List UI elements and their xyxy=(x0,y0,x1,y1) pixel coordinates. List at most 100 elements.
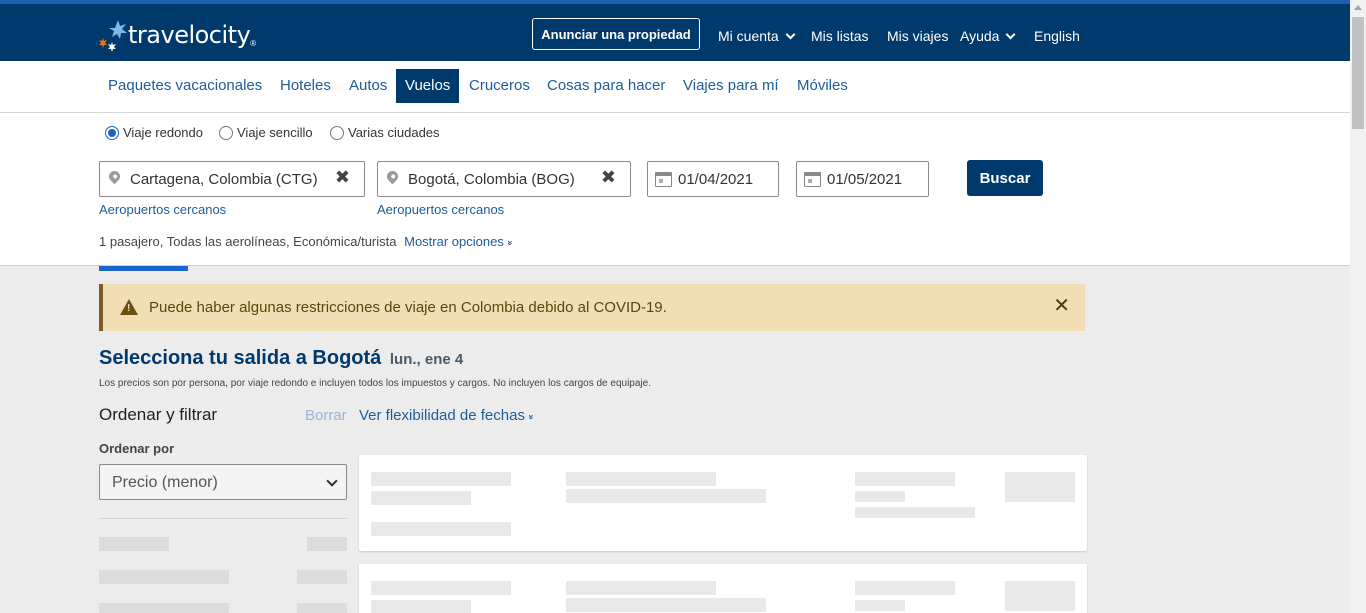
flight-result-card-loading xyxy=(359,455,1087,551)
origin-input[interactable]: Cartagena, Colombia (CTG) ✖ xyxy=(99,161,365,197)
chevron-down-icon xyxy=(785,29,796,39)
one-way-label: Viaje sencillo xyxy=(237,125,313,140)
travelocity-logo[interactable]: travelocity ® xyxy=(98,18,256,52)
loading-placeholder xyxy=(855,491,905,502)
flight-result-card-loading xyxy=(359,564,1087,613)
depart-date-input[interactable]: 01/04/2021 xyxy=(647,161,779,197)
loading-placeholder xyxy=(1005,472,1075,502)
return-date-value: 01/05/2021 xyxy=(827,170,903,188)
passenger-summary: 1 pasajero, Todas las aerolíneas, Económ… xyxy=(99,234,515,249)
origin-nearby-airports-link[interactable]: Aeropuertos cercanos xyxy=(99,202,226,217)
my-lists-label: Mis listas xyxy=(811,28,869,44)
loading-placeholder xyxy=(566,598,766,612)
top-header: travelocity ® Anunciar una propiedad Mi … xyxy=(0,0,1350,61)
warning-icon: ! xyxy=(120,299,138,315)
nav-flights[interactable]: Vuelos xyxy=(396,69,460,103)
logo-trademark: ® xyxy=(250,38,257,48)
double-chevron-down-icon: » xyxy=(526,414,537,420)
logo-text: travelocity xyxy=(128,21,251,49)
nav-cruises[interactable]: Cruceros xyxy=(460,69,539,103)
scroll-thumb[interactable] xyxy=(1352,17,1364,129)
nav-mobile[interactable]: Móviles xyxy=(788,69,857,103)
loading-placeholder xyxy=(371,472,511,486)
destination-input[interactable]: Bogotá, Colombia (BOG) ✖ xyxy=(377,161,631,197)
help-label: Ayuda xyxy=(960,28,1000,44)
covid-alert: ! Puede haber algunas restricciones de v… xyxy=(99,284,1085,331)
loading-placeholder xyxy=(566,472,716,486)
page-scrollbar[interactable] xyxy=(1350,0,1366,613)
radio-one-way[interactable]: Viaje sencillo xyxy=(219,125,313,140)
loading-placeholder xyxy=(297,570,347,584)
flexible-dates-label: Ver flexibilidad de fechas xyxy=(359,407,525,424)
return-date-input[interactable]: 01/05/2021 xyxy=(796,161,929,197)
loading-placeholder xyxy=(855,472,955,486)
show-options-link[interactable]: Mostrar opciones» xyxy=(404,234,515,249)
scroll-up-arrow-icon[interactable] xyxy=(1354,5,1362,10)
sort-by-select[interactable]: Precio (menor) xyxy=(99,464,347,500)
close-icon[interactable]: ✕ xyxy=(1053,293,1070,318)
main-nav: Paquetes vacacionales Hoteles Autos Vuel… xyxy=(0,61,1350,113)
calendar-icon xyxy=(655,172,672,187)
chevron-down-icon xyxy=(326,475,338,487)
my-account-menu[interactable]: Mi cuenta xyxy=(718,28,796,44)
loading-placeholder xyxy=(99,537,169,551)
location-pin-icon xyxy=(384,168,401,185)
loading-placeholder xyxy=(371,581,511,595)
nav-hotels[interactable]: Hoteles xyxy=(271,69,340,103)
loading-placeholder xyxy=(99,570,229,584)
destination-value: Bogotá, Colombia (BOG) xyxy=(408,170,575,188)
nav-vacation-packages[interactable]: Paquetes vacacionales xyxy=(99,69,271,103)
multi-city-label: Varias ciudades xyxy=(348,125,440,140)
loading-placeholder xyxy=(371,491,471,505)
chevron-down-icon xyxy=(1006,29,1016,39)
nav-things-to-do[interactable]: Cosas para hacer xyxy=(538,69,674,103)
loading-placeholder xyxy=(855,600,905,611)
loading-placeholder xyxy=(307,537,347,551)
logo-star-icon xyxy=(99,20,127,52)
filter-divider xyxy=(99,518,347,519)
nav-cars[interactable]: Autos xyxy=(340,69,396,103)
clear-filters-link[interactable]: Borrar xyxy=(305,407,347,424)
active-tab-indicator xyxy=(99,266,188,271)
flight-search-form: Viaje redondo Viaje sencillo Varias ciud… xyxy=(0,113,1350,266)
search-button[interactable]: Buscar xyxy=(967,160,1043,196)
flexible-dates-link[interactable]: Ver flexibilidad de fechas» xyxy=(359,407,537,424)
my-lists-link[interactable]: Mis listas xyxy=(811,28,869,44)
loading-placeholder xyxy=(1005,581,1075,611)
radio-multi-city[interactable]: Varias ciudades xyxy=(330,125,440,140)
show-options-label: Mostrar opciones xyxy=(404,234,504,249)
depart-date-value: 01/04/2021 xyxy=(678,170,754,188)
results-title: Selecciona tu salida a Bogotá xyxy=(99,347,382,369)
loading-placeholder xyxy=(371,522,511,536)
origin-value: Cartagena, Colombia (CTG) xyxy=(130,170,318,188)
language-label: English xyxy=(1034,28,1080,44)
my-account-label: Mi cuenta xyxy=(718,28,779,44)
loading-placeholder xyxy=(297,603,347,613)
clear-origin-icon[interactable]: ✖ xyxy=(335,167,350,188)
results-date: lun., ene 4 xyxy=(389,351,464,368)
passenger-summary-text: 1 pasajero, Todas las aerolíneas, Económ… xyxy=(99,234,397,249)
nav-trips-for-me[interactable]: Viajes para mí xyxy=(674,69,788,103)
radio-selected-icon xyxy=(105,125,119,140)
loading-placeholder xyxy=(566,581,716,595)
my-trips-link[interactable]: Mis viajes xyxy=(887,28,948,44)
language-link[interactable]: English xyxy=(1034,28,1080,44)
loading-placeholder xyxy=(566,489,766,503)
sort-filter-heading: Ordenar y filtrar xyxy=(99,405,218,424)
loading-placeholder xyxy=(855,581,955,595)
location-pin-icon xyxy=(106,168,123,185)
loading-placeholder xyxy=(855,507,975,518)
radio-unselected-icon xyxy=(330,125,344,140)
help-menu[interactable]: Ayuda xyxy=(960,28,1016,44)
calendar-icon xyxy=(804,172,821,187)
sort-by-label: Ordenar por xyxy=(99,441,175,456)
post-property-button[interactable]: Anunciar una propiedad xyxy=(532,18,700,50)
page-title: Selecciona tu salida a Bogotá lun., ene … xyxy=(99,347,463,370)
alert-text: Puede haber algunas restricciones de via… xyxy=(149,299,667,316)
price-disclaimer: Los precios son por persona, por viaje r… xyxy=(99,378,651,389)
my-trips-label: Mis viajes xyxy=(887,28,949,44)
destination-nearby-airports-link[interactable]: Aeropuertos cercanos xyxy=(377,202,504,217)
radio-round-trip[interactable]: Viaje redondo xyxy=(105,125,203,140)
loading-placeholder xyxy=(371,600,471,613)
clear-destination-icon[interactable]: ✖ xyxy=(601,167,616,188)
